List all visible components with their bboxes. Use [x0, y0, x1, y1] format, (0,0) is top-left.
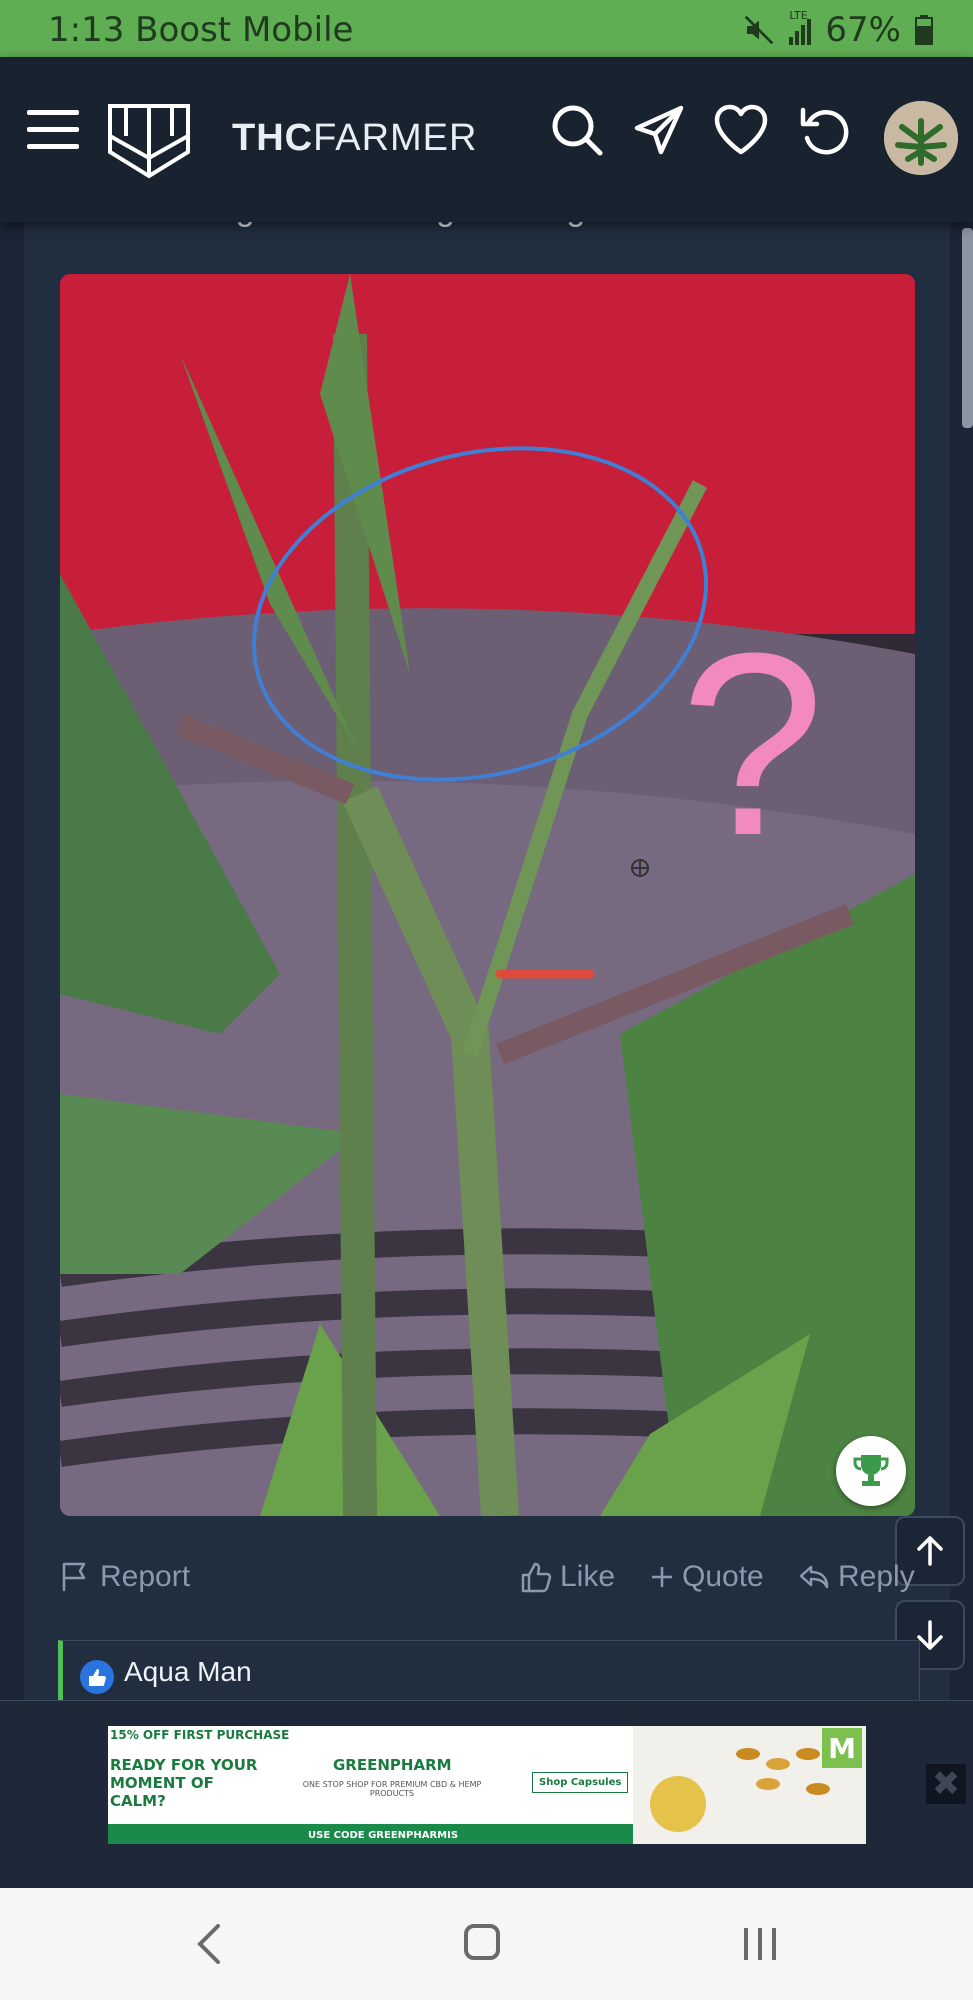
menu-icon[interactable] [20, 95, 90, 165]
reaction-users[interactable]: Aqua Man [124, 1656, 252, 1688]
battery-percent: 67% [825, 10, 901, 50]
reply-icon [799, 1565, 829, 1589]
battery-icon [915, 15, 933, 45]
ad-cta-button[interactable]: Shop Capsules [532, 1772, 629, 1793]
thumbs-up-icon [521, 1562, 552, 1593]
close-icon[interactable]: ✖ [926, 1764, 966, 1804]
site-logo-text[interactable]: THCFARMER [232, 117, 477, 160]
send-icon[interactable] [624, 95, 694, 165]
recents-icon[interactable] [740, 1924, 780, 1968]
scrollbar[interactable] [962, 228, 973, 428]
ad-product-image [648, 1734, 848, 1834]
site-header: THCFARMER [0, 57, 973, 222]
ad-headline: READY FOR YOUR MOMENT OF CALM? [110, 1756, 258, 1810]
like-button[interactable]: Like [520, 1560, 615, 1594]
svg-text:?: ? [680, 600, 825, 890]
status-icons: LTE 67% [743, 9, 933, 50]
signal-icon: LTE [789, 9, 812, 45]
post-image[interactable]: ? [60, 274, 915, 1516]
undo-icon[interactable] [788, 95, 858, 165]
mute-icon [745, 15, 774, 45]
report-label: Report [100, 1560, 191, 1593]
search-icon[interactable] [542, 95, 612, 165]
heart-icon[interactable] [706, 95, 776, 165]
avatar[interactable] [884, 101, 958, 175]
logo-icon[interactable] [104, 97, 194, 183]
network-type: LTE [789, 9, 808, 22]
quote-label: Quote [682, 1560, 764, 1593]
status-bar: 1:13 Boost Mobile LTE 67% [0, 0, 973, 57]
report-button[interactable]: Report [60, 1560, 190, 1594]
ad-code: USE CODE GREENPHARMIS [308, 1830, 459, 1841]
home-icon[interactable] [464, 1924, 500, 1960]
flag-icon [62, 1562, 86, 1591]
ad-badge-icon: M [822, 1728, 862, 1768]
reply-button[interactable]: Reply [798, 1560, 915, 1594]
status-time-carrier: 1:13 Boost Mobile [48, 10, 354, 50]
quote-button[interactable]: Quote [650, 1560, 764, 1594]
ad-tagline: ONE STOP SHOP FOR PREMIUM CBD & HEMP PRO… [302, 1780, 482, 1798]
like-label: Like [560, 1560, 616, 1593]
ad-offer: 15% OFF FIRST PURCHASE [110, 1728, 290, 1742]
arrow-up-icon [917, 1536, 943, 1566]
plus-icon [652, 1567, 672, 1587]
trophy-icon[interactable] [836, 1436, 906, 1506]
ad-banner[interactable]: 15% OFF FIRST PURCHASE READY FOR YOUR MO… [108, 1726, 866, 1844]
system-nav-bar [0, 1888, 973, 2000]
back-icon[interactable] [190, 1922, 230, 1970]
reply-label: Reply [838, 1560, 915, 1593]
ad-brand: GREENPHARM [333, 1756, 452, 1774]
like-reaction-icon [80, 1660, 114, 1694]
